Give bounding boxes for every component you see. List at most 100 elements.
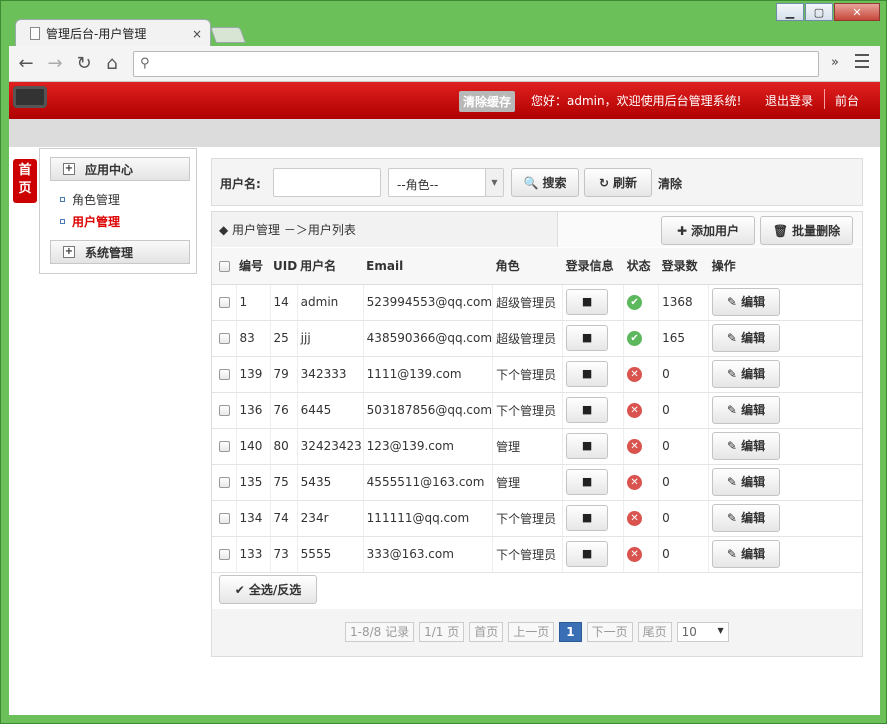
edit-button[interactable]: ✎ 编辑 — [712, 540, 781, 568]
home-tab[interactable]: 首页 — [13, 159, 37, 203]
login-info-button[interactable]: ■ — [566, 433, 609, 459]
row-checkbox-cell — [212, 392, 237, 429]
sidebar: + 应用中心 角色管理 用户管理 + 系统管理 — [39, 148, 197, 274]
clear-link[interactable]: 清除 — [658, 175, 682, 192]
row-checkbox[interactable] — [219, 477, 230, 488]
login-info-button[interactable]: ■ — [566, 541, 609, 567]
edit-button[interactable]: ✎ 编辑 — [712, 504, 781, 532]
new-tab-button[interactable] — [210, 27, 246, 43]
comment-icon: ■ — [581, 403, 593, 416]
cell-login-info: ■ — [562, 356, 625, 393]
address-bar[interactable]: ⚲ — [133, 51, 819, 77]
cell-id: 136 — [236, 392, 271, 429]
extensions-chevron-icon[interactable]: » — [831, 55, 839, 70]
front-link[interactable]: 前台 — [835, 92, 859, 109]
row-checkbox[interactable] — [219, 297, 230, 308]
cell-role: 超级管理员 — [492, 284, 564, 321]
row-checkbox[interactable] — [219, 549, 230, 560]
cell-id: 135 — [236, 464, 271, 501]
cell-login-info: ■ — [562, 500, 625, 537]
edit-button[interactable]: ✎ 编辑 — [712, 360, 781, 388]
col-id: 编号 — [236, 248, 270, 285]
sidebar-item-role-management[interactable]: 角色管理 — [60, 191, 120, 208]
maximize-button[interactable]: ▢ — [805, 3, 833, 21]
select-all-button[interactable]: ✔ 全选/反选 — [219, 575, 317, 604]
login-info-button[interactable]: ■ — [566, 505, 609, 531]
role-select[interactable]: --角色-- ▼ — [388, 168, 504, 197]
cell-actions: ✎ 编辑 — [708, 464, 862, 501]
page-size-select[interactable]: 10 ▼ — [676, 622, 729, 642]
sidebar-item-user-management[interactable]: 用户管理 — [60, 213, 120, 230]
current-page[interactable]: 1 — [559, 622, 582, 642]
clear-cache-button[interactable]: 清除缓存 — [459, 91, 516, 112]
cell-role: 管理 — [492, 428, 564, 465]
prev-page-button[interactable]: 上一页 — [508, 622, 555, 642]
add-user-button[interactable]: ✚ 添加用户 — [661, 216, 755, 245]
plus-icon: ✚ — [676, 223, 688, 238]
username-input[interactable] — [273, 168, 381, 197]
login-info-button[interactable]: ■ — [566, 469, 609, 495]
search-button[interactable]: 🔍 搜索 — [511, 168, 579, 197]
home-icon[interactable]: ⌂ — [101, 53, 123, 74]
cell-email: 438590366@qq.com — [363, 320, 494, 357]
row-checkbox[interactable] — [219, 513, 230, 524]
col-status: 状态 — [623, 248, 659, 285]
edit-icon: ✎ — [726, 331, 737, 345]
edit-button[interactable]: ✎ 编辑 — [712, 432, 781, 460]
tab-title: 管理后台-用户管理 — [46, 27, 147, 41]
comment-icon: ■ — [581, 547, 593, 560]
cell-login-count: 0 — [658, 464, 710, 501]
cell-actions: ✎ 编辑 — [708, 356, 862, 393]
minimize-button[interactable]: ▁ — [776, 3, 804, 21]
tab-close-icon[interactable]: × — [192, 27, 202, 41]
row-checkbox[interactable] — [219, 405, 230, 416]
document-icon — [30, 27, 40, 40]
browser-menu-icon[interactable] — [855, 54, 869, 72]
edit-button[interactable]: ✎ 编辑 — [712, 288, 781, 316]
comment-icon: ■ — [581, 511, 593, 524]
row-checkbox[interactable] — [219, 369, 230, 380]
page-size-value: 10 — [681, 625, 697, 639]
reload-icon[interactable]: ↻ — [73, 53, 95, 74]
sidebar-group-label: 应用中心 — [85, 162, 134, 177]
bullet-icon — [60, 219, 65, 224]
logout-link[interactable]: 退出登录 — [765, 92, 813, 109]
last-page-button[interactable]: 尾页 — [637, 622, 672, 642]
batch-delete-button[interactable]: 🗑 批量删除 — [760, 216, 853, 245]
comment-icon: ■ — [581, 475, 593, 488]
sidebar-group-system-management[interactable]: + 系统管理 — [50, 240, 190, 264]
forward-arrow-icon[interactable]: → — [44, 53, 66, 74]
row-checkbox[interactable] — [219, 441, 230, 452]
action-bar: ✚ 添加用户 🗑 批量删除 — [558, 212, 862, 247]
cell-actions: ✎ 编辑 — [708, 320, 862, 357]
col-login-info: 登录信息 — [562, 248, 624, 285]
first-page-button[interactable]: 首页 — [469, 622, 504, 642]
row-checkbox-cell — [212, 356, 237, 393]
edit-button[interactable]: ✎ 编辑 — [712, 468, 781, 496]
cell-email: 111111@qq.com — [363, 500, 494, 537]
row-checkbox[interactable] — [219, 333, 230, 344]
select-all-checkbox[interactable] — [219, 260, 230, 272]
cell-email: 123@139.com — [363, 428, 494, 465]
search-icon: 🔍 — [523, 175, 539, 190]
sidebar-group-app-center[interactable]: + 应用中心 — [50, 157, 190, 181]
login-info-button[interactable]: ■ — [566, 361, 609, 387]
close-window-button[interactable]: ✕ — [834, 3, 880, 21]
cell-login-count: 0 — [658, 392, 710, 429]
browser-tab[interactable]: 管理后台-用户管理 × — [15, 19, 211, 47]
edit-button[interactable]: ✎ 编辑 — [712, 324, 781, 352]
refresh-button[interactable]: ↻ 刷新 — [584, 168, 652, 197]
nav-strip — [9, 119, 880, 147]
login-info-button[interactable]: ■ — [566, 397, 609, 423]
next-page-button[interactable]: 下一页 — [586, 622, 633, 642]
table-row: 134 74 234r 111111@qq.com 下个管理员 ■ ✕ 0 ✎ 编辑 — [212, 500, 862, 537]
expand-icon: + — [63, 163, 75, 175]
edit-button[interactable]: ✎ 编辑 — [712, 396, 781, 424]
back-arrow-icon[interactable]: ← — [15, 53, 37, 74]
cell-login-info: ■ — [562, 428, 625, 465]
login-info-button[interactable]: ■ — [566, 325, 609, 351]
edit-icon: ✎ — [726, 439, 737, 453]
login-info-button[interactable]: ■ — [566, 289, 609, 315]
comment-icon: ■ — [581, 295, 593, 308]
cell-email: 523994553@qq.com — [363, 284, 494, 321]
